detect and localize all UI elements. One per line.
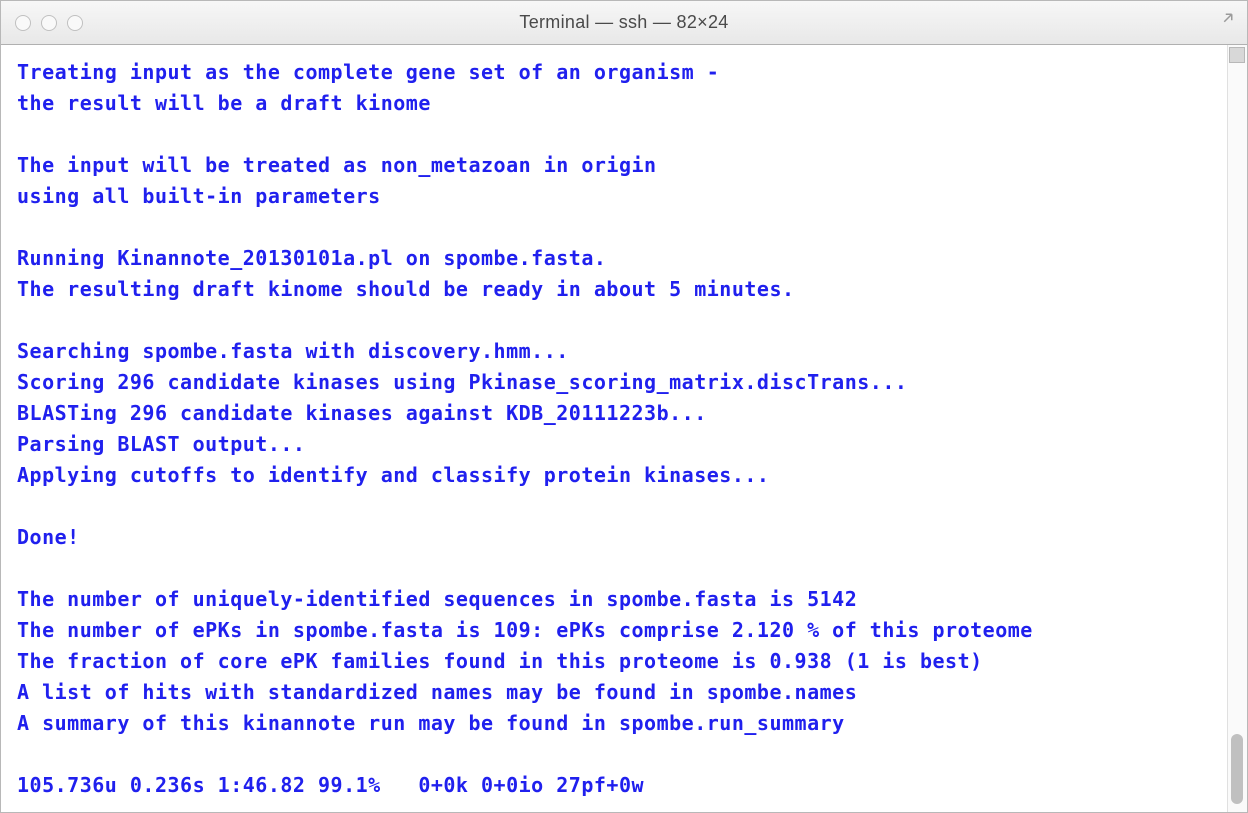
zoom-button[interactable] [67, 15, 83, 31]
terminal-body: Treating input as the complete gene set … [1, 45, 1247, 812]
terminal-line: using all built-in parameters [17, 181, 1211, 212]
terminal-line: The input will be treated as non_metazoa… [17, 150, 1211, 181]
terminal-line: The fraction of core ePK families found … [17, 646, 1211, 677]
terminal-line: 105.736u 0.236s 1:46.82 99.1% 0+0k 0+0io… [17, 770, 1211, 801]
window-title: Terminal — ssh — 82×24 [13, 12, 1235, 33]
scrollbar-track[interactable] [1227, 45, 1247, 812]
terminal-line: BLASTing 296 candidate kinases against K… [17, 398, 1211, 429]
scrollbar-thumb[interactable] [1231, 734, 1243, 804]
minimize-button[interactable] [41, 15, 57, 31]
terminal-line [17, 305, 1211, 336]
terminal-line: Running Kinannote_20130101a.pl on spombe… [17, 243, 1211, 274]
close-button[interactable] [15, 15, 31, 31]
terminal-line: The resulting draft kinome should be rea… [17, 274, 1211, 305]
terminal-line [17, 739, 1211, 770]
terminal-line: A summary of this kinannote run may be f… [17, 708, 1211, 739]
terminal-line: Applying cutoffs to identify and classif… [17, 460, 1211, 491]
scroll-indicator [1229, 47, 1245, 63]
terminal-line: Parsing BLAST output... [17, 429, 1211, 460]
expand-icon[interactable] [1219, 9, 1237, 27]
terminal-line [17, 119, 1211, 150]
terminal-window: Terminal — ssh — 82×24 Treating input as… [0, 0, 1248, 813]
terminal-line: The number of uniquely-identified sequen… [17, 584, 1211, 615]
terminal-line: Done! [17, 522, 1211, 553]
terminal-line [17, 212, 1211, 243]
terminal-line: Searching spombe.fasta with discovery.hm… [17, 336, 1211, 367]
terminal-line: Treating input as the complete gene set … [17, 57, 1211, 88]
terminal-line [17, 491, 1211, 522]
titlebar[interactable]: Terminal — ssh — 82×24 [1, 1, 1247, 45]
terminal-line: A list of hits with standardized names m… [17, 677, 1211, 708]
traffic-lights [15, 15, 83, 31]
terminal-line: Scoring 296 candidate kinases using Pkin… [17, 367, 1211, 398]
terminal-output[interactable]: Treating input as the complete gene set … [1, 45, 1227, 812]
terminal-line: The number of ePKs in spombe.fasta is 10… [17, 615, 1211, 646]
terminal-line [17, 553, 1211, 584]
terminal-line: the result will be a draft kinome [17, 88, 1211, 119]
